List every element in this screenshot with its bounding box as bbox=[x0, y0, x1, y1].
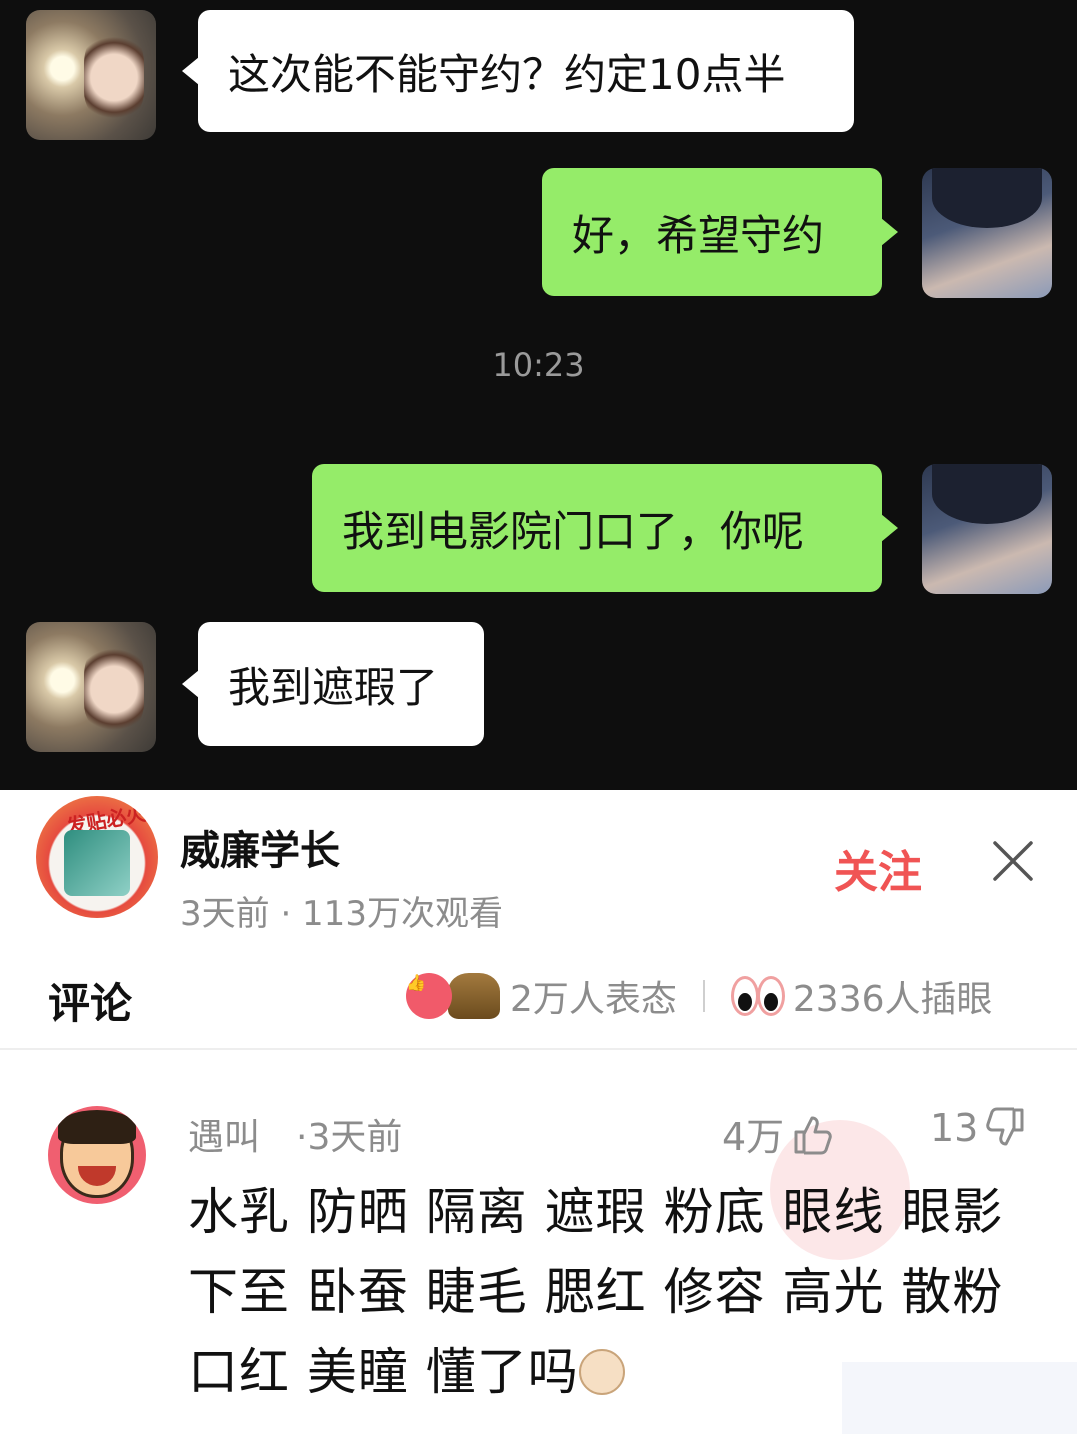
dislike-button[interactable]: 13 bbox=[930, 1106, 1028, 1150]
poop-reaction-icon bbox=[448, 973, 500, 1019]
author-avatar[interactable]: 发贴必火 bbox=[36, 796, 158, 918]
thumbs-down-icon bbox=[986, 1107, 1024, 1146]
self-avatar bbox=[922, 168, 1052, 298]
bookmark-count: 2336人插眼 bbox=[792, 979, 993, 1020]
message-bubble: 我到遮瑕了 bbox=[182, 622, 484, 746]
thumbs-up-icon bbox=[794, 1116, 832, 1154]
reaction-count: 2万人表态 bbox=[510, 979, 677, 1020]
message-bubble: 好，希望守约 bbox=[542, 168, 898, 296]
post-meta: 3天前 · 113万次观看 bbox=[180, 894, 503, 934]
contact-avatar bbox=[26, 622, 156, 752]
divider bbox=[702, 980, 705, 1012]
thumbs-up-reaction-icon bbox=[406, 973, 452, 1019]
self-avatar bbox=[922, 464, 1052, 594]
reaction-summary[interactable]: 2万人表态 2336人插眼 bbox=[406, 968, 993, 1024]
chat-timestamp: 10:23 bbox=[492, 346, 585, 384]
dislike-count: 13 bbox=[930, 1106, 979, 1150]
commenter-name[interactable]: 遇叫 bbox=[188, 1108, 260, 1160]
divider bbox=[0, 1048, 1077, 1050]
close-icon[interactable] bbox=[990, 838, 1036, 884]
commenter-avatar[interactable] bbox=[48, 1106, 146, 1204]
like-count: 4万 bbox=[722, 1115, 785, 1159]
chat-screenshot: 这次能不能守约？约定10点半 好，希望守约 10:23 我到电影院门口了，你呢 … bbox=[0, 0, 1077, 790]
message-bubble: 我到电影院门口了，你呢 bbox=[312, 464, 898, 592]
message-bubble: 这次能不能守约？约定10点半 bbox=[182, 10, 854, 132]
contact-avatar bbox=[26, 10, 156, 140]
comment-time: ·3天前 bbox=[296, 1117, 403, 1158]
smirk-emoji-icon bbox=[578, 1349, 625, 1395]
like-button[interactable]: 4万 bbox=[722, 1106, 834, 1161]
author-name[interactable]: 威廉学长 bbox=[180, 818, 340, 876]
eyes-icon bbox=[730, 976, 785, 1016]
follow-button[interactable]: 关注 bbox=[834, 836, 922, 900]
overlay-block bbox=[842, 1362, 1077, 1434]
comments-title: 评论 bbox=[48, 979, 133, 1028]
